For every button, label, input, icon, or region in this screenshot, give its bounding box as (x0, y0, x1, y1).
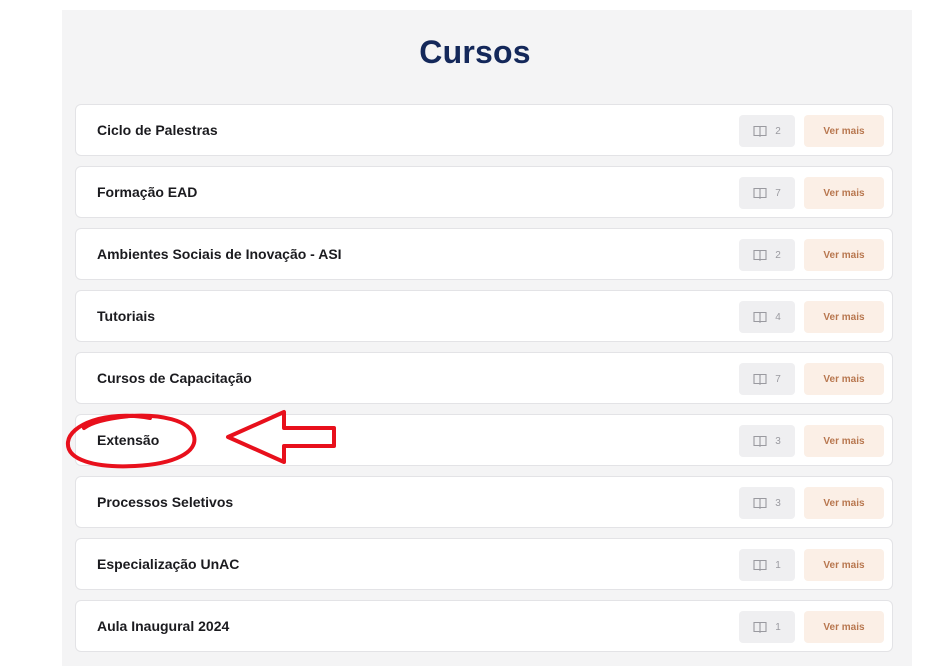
course-name[interactable]: Aula Inaugural 2024 (97, 601, 229, 651)
course-row[interactable]: Ciclo de Palestras 2 Ver mais (75, 104, 893, 156)
course-row[interactable]: Formação EAD 7 Ver mais (75, 166, 893, 218)
count-value: 2 (775, 125, 781, 137)
see-more-button[interactable]: Ver mais (804, 239, 884, 271)
see-more-button[interactable]: Ver mais (804, 301, 884, 333)
count-badge: 4 (739, 301, 795, 333)
book-icon (753, 249, 767, 261)
see-more-button[interactable]: Ver mais (804, 611, 884, 643)
course-row[interactable]: Cursos de Capacitação 7 Ver mais (75, 352, 893, 404)
course-name[interactable]: Ciclo de Palestras (97, 105, 218, 155)
book-icon (753, 311, 767, 323)
course-row[interactable]: Tutoriais 4 Ver mais (75, 290, 893, 342)
course-row[interactable]: Extensão 3 Ver mais (75, 414, 893, 466)
course-name[interactable]: Processos Seletivos (97, 477, 233, 527)
count-value: 1 (775, 621, 781, 633)
count-value: 3 (775, 497, 781, 509)
count-value: 7 (775, 373, 781, 385)
see-more-button[interactable]: Ver mais (804, 549, 884, 581)
count-badge: 1 (739, 549, 795, 581)
count-value: 1 (775, 559, 781, 571)
course-name[interactable]: Especialização UnAC (97, 539, 239, 589)
page-title: Cursos (419, 34, 531, 70)
see-more-button[interactable]: Ver mais (804, 177, 884, 209)
book-icon (753, 497, 767, 509)
see-more-button[interactable]: Ver mais (804, 487, 884, 519)
course-name[interactable]: Tutoriais (97, 291, 155, 341)
count-badge: 7 (739, 177, 795, 209)
count-badge: 7 (739, 363, 795, 395)
course-row[interactable]: Processos Seletivos 3 Ver mais (75, 476, 893, 528)
count-badge: 2 (739, 115, 795, 147)
see-more-button[interactable]: Ver mais (804, 363, 884, 395)
count-badge: 3 (739, 425, 795, 457)
course-row[interactable]: Ambientes Sociais de Inovação - ASI 2 Ve… (75, 228, 893, 280)
course-row[interactable]: Especialização UnAC 1 Ver mais (75, 538, 893, 590)
count-value: 4 (775, 311, 781, 323)
book-icon (753, 373, 767, 385)
book-icon (753, 559, 767, 571)
course-name[interactable]: Cursos de Capacitação (97, 353, 252, 403)
see-more-button[interactable]: Ver mais (804, 115, 884, 147)
book-icon (753, 621, 767, 633)
book-icon (753, 187, 767, 199)
count-value: 2 (775, 249, 781, 261)
course-name[interactable]: Extensão (97, 415, 159, 465)
count-badge: 3 (739, 487, 795, 519)
course-name[interactable]: Ambientes Sociais de Inovação - ASI (97, 229, 342, 279)
count-badge: 2 (739, 239, 795, 271)
see-more-button[interactable]: Ver mais (804, 425, 884, 457)
count-badge: 1 (739, 611, 795, 643)
book-icon (753, 125, 767, 137)
course-row[interactable]: Aula Inaugural 2024 1 Ver mais (75, 600, 893, 652)
count-value: 7 (775, 187, 781, 199)
course-list: Ciclo de Palestras 2 Ver mais Formação E… (75, 104, 893, 662)
book-icon (753, 435, 767, 447)
count-value: 3 (775, 435, 781, 447)
course-name[interactable]: Formação EAD (97, 167, 197, 217)
